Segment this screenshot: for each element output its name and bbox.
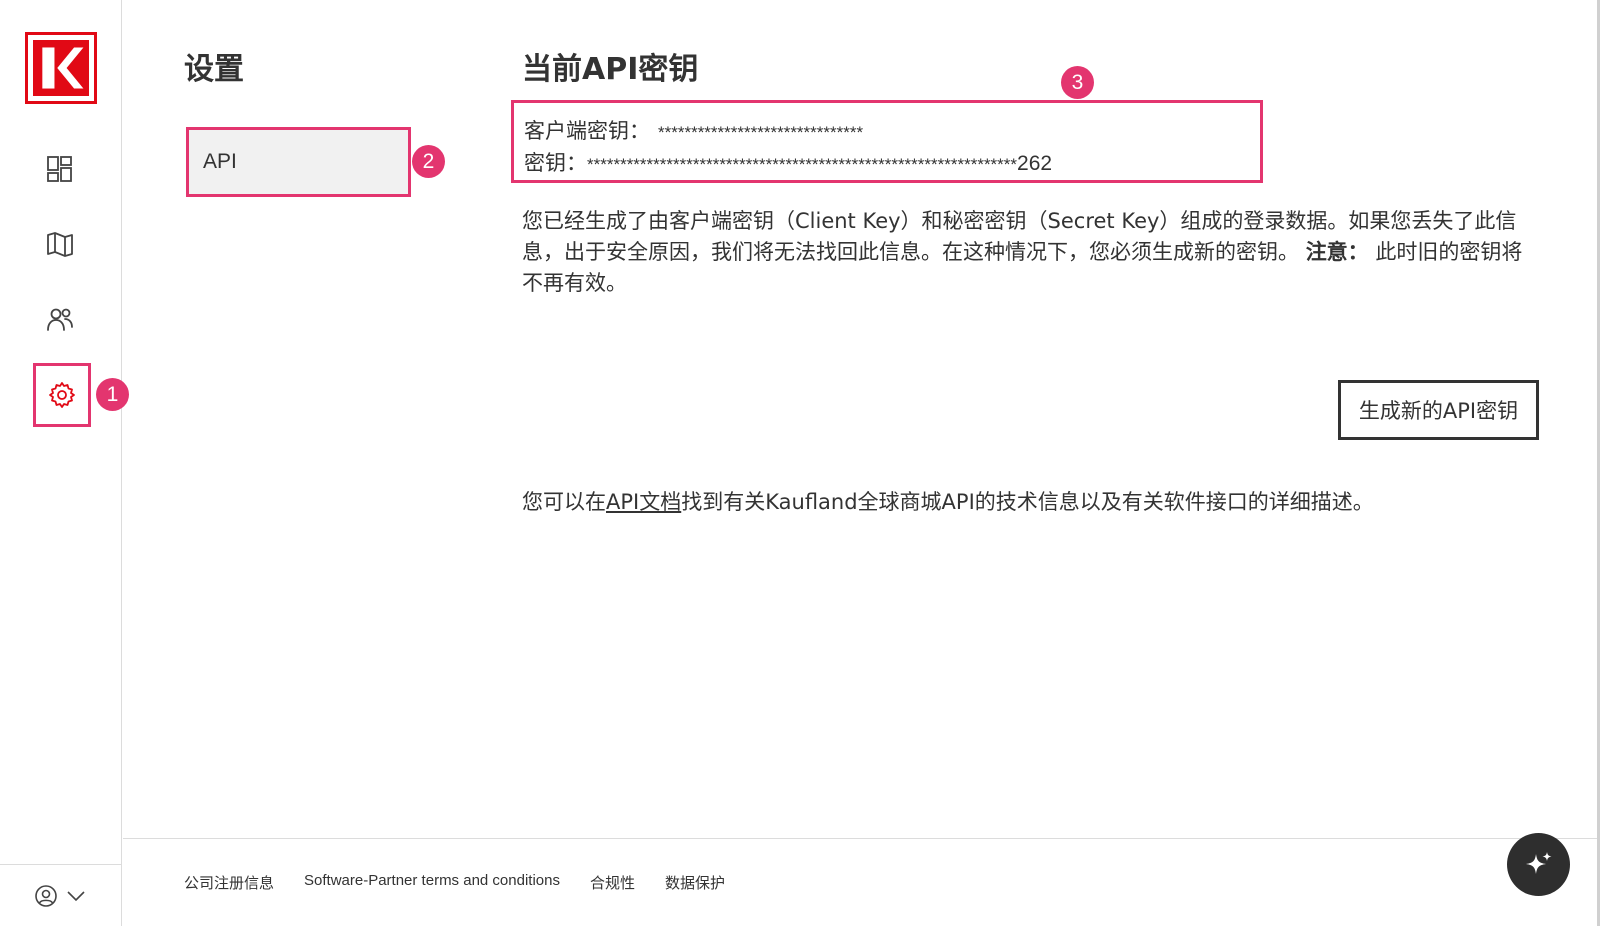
step-marker-2: 2 <box>412 145 445 178</box>
api-key-box: 客户端密钥： ******************************* 密钥… <box>511 100 1263 183</box>
info-text-after: 找到有关Kaufland全球商城API的技术信息以及有关软件接口的详细描述。 <box>681 490 1374 514</box>
info-text-before: 您可以在 <box>522 490 606 514</box>
description-note: 注意： <box>1305 240 1369 264</box>
kaufland-k-logo-icon <box>33 40 89 96</box>
kaufland-logo[interactable] <box>25 32 97 104</box>
secret-key-label: 密钥： <box>524 151 587 175</box>
client-key-row: 客户端密钥： ******************************* <box>524 115 863 145</box>
users-icon[interactable] <box>41 300 79 338</box>
description-text: 您已经生成了由客户端密钥（Client Key）和秘密密钥（Secret Key… <box>522 206 1542 299</box>
settings-icon[interactable] <box>33 363 91 427</box>
client-key-value: ******************************* <box>658 123 864 142</box>
api-doc-link[interactable]: API文档 <box>606 490 681 514</box>
secret-key-row: 密钥：*************************************… <box>524 147 1052 177</box>
user-circle-icon <box>35 884 57 907</box>
footer-link-imprint[interactable]: 公司注册信息 <box>184 872 274 893</box>
page-title: 当前API密钥 <box>522 52 699 87</box>
api-doc-info: 您可以在API文档找到有关Kaufland全球商城API的技术信息以及有关软件接… <box>522 486 1374 516</box>
secret-key-value: ****************************************… <box>587 155 1018 174</box>
footer-link-partner-terms[interactable]: Software-Partner terms and conditions <box>304 872 560 893</box>
generate-api-key-button[interactable]: 生成新的API密钥 <box>1338 380 1539 440</box>
sidebar <box>0 0 122 926</box>
footer-links: 公司注册信息 Software-Partner terms and condit… <box>184 872 725 893</box>
secret-key-suffix: 262 <box>1017 152 1053 175</box>
map-icon[interactable] <box>41 225 79 263</box>
footer-link-compliance[interactable]: 合规性 <box>590 872 635 893</box>
ai-assistant-button[interactable] <box>1507 833 1570 896</box>
settings-title: 设置 <box>184 52 244 87</box>
account-menu[interactable] <box>0 864 122 926</box>
step-marker-1: 1 <box>96 378 129 411</box>
footer-link-privacy[interactable]: 数据保护 <box>665 872 725 893</box>
subnav-item-label: API <box>203 150 237 173</box>
footer: 公司注册信息 Software-Partner terms and condit… <box>123 838 1600 926</box>
dashboard-icon[interactable] <box>41 150 79 188</box>
subnav-item-api[interactable]: API <box>186 127 411 197</box>
step-marker-3: 3 <box>1061 66 1094 99</box>
chevron-down-icon <box>67 890 85 901</box>
client-key-label: 客户端密钥： <box>524 119 650 143</box>
sparkle-icon <box>1525 851 1551 874</box>
